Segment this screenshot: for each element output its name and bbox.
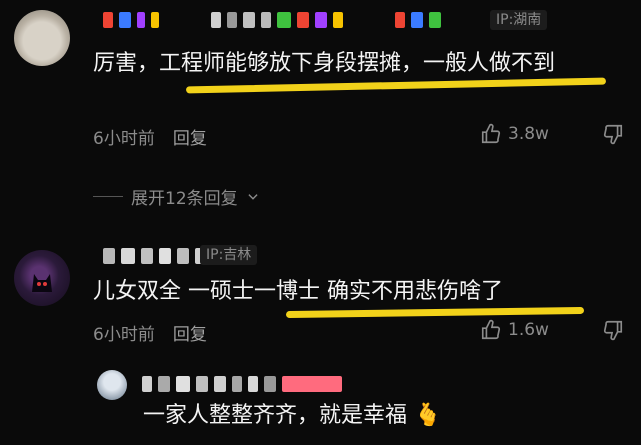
username-redacted[interactable] bbox=[103, 10, 441, 30]
like-count: 3.8w bbox=[508, 124, 549, 144]
like-button[interactable]: 3.8w bbox=[480, 123, 549, 145]
timestamp: 6小时前 bbox=[93, 129, 155, 149]
comment-meta: 6小时前 回复 bbox=[93, 320, 207, 345]
avatar[interactable] bbox=[97, 370, 127, 400]
like-button[interactable]: 1.6w bbox=[480, 319, 549, 341]
divider bbox=[93, 196, 123, 197]
reply-text: 一家人整整齐齐，就是幸福 🫰 bbox=[143, 400, 543, 431]
like-count: 1.6w bbox=[508, 320, 549, 340]
finger-heart-emoji: 🫰 bbox=[414, 403, 442, 428]
thumb-down-icon bbox=[603, 320, 623, 341]
chevron-down-icon bbox=[248, 193, 258, 200]
comment-meta: 6小时前 回复 bbox=[93, 124, 207, 149]
cat-silhouette-icon bbox=[32, 274, 52, 292]
reply-button[interactable]: 回复 bbox=[173, 124, 207, 149]
avatar[interactable] bbox=[14, 250, 70, 306]
highlight-underline bbox=[185, 77, 607, 94]
ip-location: IP:湖南 bbox=[490, 10, 548, 30]
expand-replies-button[interactable]: 展开12条回复 bbox=[93, 184, 260, 209]
thumb-up-icon bbox=[481, 319, 501, 340]
thumb-down-icon bbox=[603, 124, 623, 145]
comment-text: 儿女双全 一硕士一博士 确实不用悲伤啥了 bbox=[93, 279, 503, 304]
highlight-underline bbox=[285, 306, 585, 319]
dislike-button[interactable] bbox=[602, 319, 624, 345]
timestamp: 6小时前 bbox=[93, 325, 155, 345]
avatar[interactable] bbox=[14, 10, 70, 66]
reply-text-content: 一家人整整齐齐，就是幸福 bbox=[143, 403, 408, 428]
ip-location: IP:吉林 bbox=[200, 245, 258, 265]
thumb-up-icon bbox=[481, 123, 501, 144]
username-redacted[interactable] bbox=[142, 374, 342, 394]
username-redacted[interactable] bbox=[103, 246, 205, 266]
dislike-button[interactable] bbox=[602, 123, 624, 149]
comment-text: 厉害，工程师能够放下身段摆摊，一般人做不到 bbox=[93, 51, 556, 76]
reply-button[interactable]: 回复 bbox=[173, 320, 207, 345]
expand-replies-label: 展开12条回复 bbox=[131, 189, 238, 209]
